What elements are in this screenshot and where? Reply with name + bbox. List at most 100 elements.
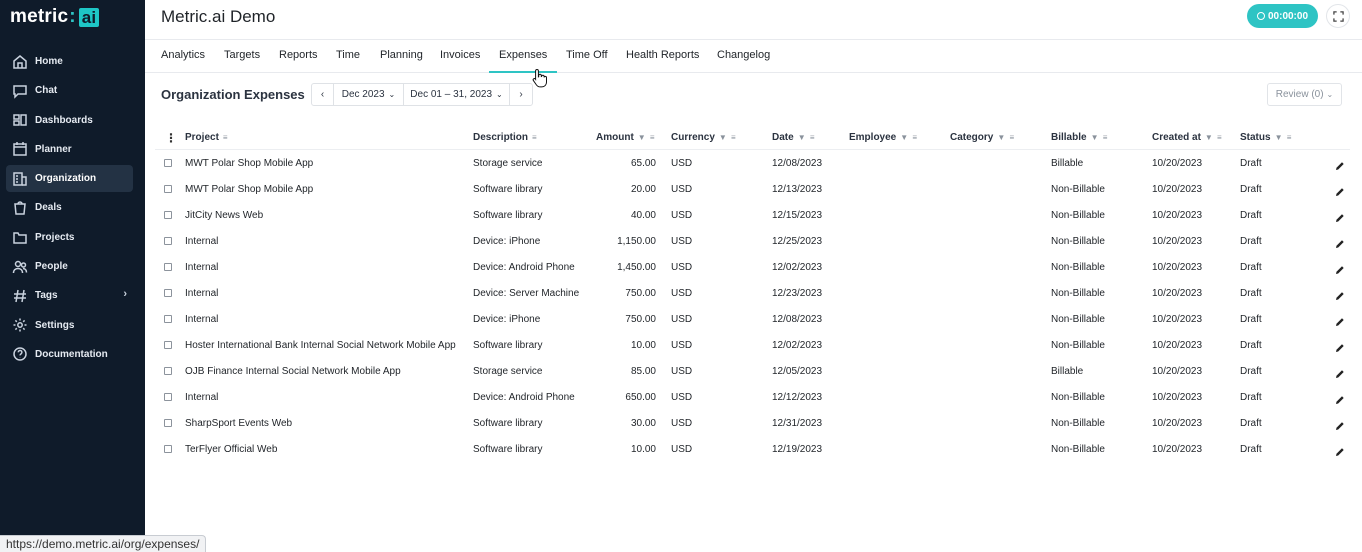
table-row[interactable]: JitCity News Web Software library 40.00 USD… (155, 202, 1350, 228)
row-checkbox[interactable] (164, 289, 172, 297)
filter-sort-icon[interactable]: ▼ ≡ (1275, 133, 1293, 142)
cell-date: 12/15/2023 (772, 210, 823, 221)
row-checkbox[interactable] (164, 185, 172, 193)
range-selector[interactable]: Dec 01 – 31, 2023 ⌄ (404, 84, 510, 105)
row-checkbox[interactable] (164, 367, 172, 375)
review-button[interactable]: Review (0) ⌄ (1267, 83, 1342, 106)
column-header-description[interactable]: Description ≡ (473, 132, 538, 143)
chevron-left-icon: ‹ (320, 89, 325, 100)
edit-pencil-icon[interactable] (1335, 392, 1345, 404)
filter-sort-icon[interactable]: ▼ ≡ (638, 133, 656, 142)
filter-sort-icon[interactable]: ▼ ≡ (900, 133, 918, 142)
edit-pencil-icon[interactable] (1335, 366, 1345, 378)
table-row[interactable]: MWT Polar Shop Mobile App Software librar… (155, 176, 1350, 202)
sidebar-item-chat[interactable]: Chat (6, 77, 133, 104)
row-checkbox[interactable] (164, 263, 172, 271)
edit-pencil-icon[interactable] (1335, 262, 1345, 274)
column-menu-icon[interactable]: ⋮ (165, 131, 177, 145)
tab-expenses[interactable]: Expenses (488, 49, 558, 73)
row-checkbox[interactable] (164, 341, 172, 349)
row-checkbox[interactable] (164, 237, 172, 245)
sidebar-item-home[interactable]: Home (6, 48, 133, 75)
edit-pencil-icon[interactable] (1335, 444, 1345, 456)
cell-description: Device: Android Phone (473, 262, 575, 273)
cell-amount: 650.00 (625, 392, 656, 403)
filter-sort-icon[interactable]: ▼ ≡ (1091, 133, 1109, 142)
sidebar-item-label: Planner (35, 143, 72, 155)
column-header-date[interactable]: Date ▼ ≡ (772, 132, 816, 143)
tab-targets[interactable]: Targets (224, 49, 260, 61)
table-row[interactable]: Hoster International Bank Internal Socia… (155, 332, 1350, 358)
filter-sort-icon[interactable]: ▼ ≡ (997, 133, 1015, 142)
row-checkbox[interactable] (164, 419, 172, 427)
row-checkbox[interactable] (164, 211, 172, 219)
column-header-amount[interactable]: Amount ▼ ≡ (596, 132, 656, 143)
tab-health-reports[interactable]: Health Reports (626, 49, 699, 61)
row-checkbox[interactable] (164, 159, 172, 167)
month-selector[interactable]: Dec 2023 ⌄ (334, 84, 404, 105)
edit-pencil-icon[interactable] (1335, 314, 1345, 326)
tab-time[interactable]: Time (336, 49, 360, 61)
filter-sort-icon[interactable]: ▼ ≡ (798, 133, 816, 142)
cell-description: Storage service (473, 366, 543, 377)
edit-pencil-icon[interactable] (1335, 340, 1345, 352)
timer-button[interactable]: 00:00:00 (1247, 4, 1318, 28)
filter-sort-icon[interactable]: ▼ ≡ (719, 133, 737, 142)
tab-reports[interactable]: Reports (279, 49, 318, 61)
edit-pencil-icon[interactable] (1335, 418, 1345, 430)
sidebar-item-dashboards[interactable]: Dashboards (6, 107, 133, 134)
column-header-created-at[interactable]: Created at ▼ ≡ (1152, 132, 1223, 143)
column-header-status[interactable]: Status ▼ ≡ (1240, 132, 1292, 143)
table-row[interactable]: Internal Device: Android Phone 650.00 USD 12… (155, 384, 1350, 410)
table-row[interactable]: OJB Finance Internal Social Network Mobi… (155, 358, 1350, 384)
sidebar-item-deals[interactable]: Deals (6, 194, 133, 221)
deals-icon (12, 200, 28, 216)
table-row[interactable]: MWT Polar Shop Mobile App Storage service… (155, 150, 1350, 176)
sidebar-item-planner[interactable]: Planner (6, 136, 133, 163)
filter-sort-icon[interactable]: ≡ (223, 133, 229, 142)
review-label: Review (0) (1275, 89, 1324, 100)
cell-date: 12/31/2023 (772, 418, 823, 429)
sidebar-item-settings[interactable]: Settings (6, 312, 133, 339)
table-row[interactable]: Internal Device: Server Machine 750.00 USD 1… (155, 280, 1350, 306)
expand-icon (1332, 10, 1344, 22)
column-header-employee[interactable]: Employee ▼ ≡ (849, 132, 918, 143)
filter-sort-icon[interactable]: ▼ ≡ (1205, 133, 1223, 142)
cell-billable: Non-Billable (1051, 184, 1105, 195)
edit-pencil-icon[interactable] (1335, 210, 1345, 222)
edit-pencil-icon[interactable] (1335, 158, 1345, 170)
filter-sort-icon[interactable]: ≡ (532, 133, 538, 142)
table-row[interactable]: SharpSport Events Web Software library 30.… (155, 410, 1350, 436)
column-header-billable[interactable]: Billable ▼ ≡ (1051, 132, 1108, 143)
table-row[interactable]: Internal Device: Android Phone 1,450.00 USD… (155, 254, 1350, 280)
range-label: Dec 01 – 31, 2023 (410, 89, 493, 100)
next-period-button[interactable]: › (510, 84, 532, 105)
prev-period-button[interactable]: ‹ (312, 84, 334, 105)
sidebar-item-organization[interactable]: Organization (6, 165, 133, 193)
row-checkbox[interactable] (164, 315, 172, 323)
column-header-project[interactable]: Project ≡ (185, 132, 229, 143)
tab-analytics[interactable]: Analytics (161, 49, 205, 61)
metric-logo[interactable]: metric: ai (10, 6, 100, 28)
column-header-currency[interactable]: Currency ▼ ≡ (671, 132, 737, 143)
sidebar-item-people[interactable]: People (6, 253, 133, 280)
tab-invoices[interactable]: Invoices (440, 49, 480, 61)
row-checkbox[interactable] (164, 393, 172, 401)
edit-pencil-icon[interactable] (1335, 236, 1345, 248)
sidebar-item-tags[interactable]: Tags › (6, 282, 133, 309)
sidebar-item-projects[interactable]: Projects (6, 224, 133, 251)
tab-planning[interactable]: Planning (380, 49, 423, 61)
cell-amount: 30.00 (630, 418, 656, 429)
table-row[interactable]: Internal Device: iPhone 750.00 USD 12/08/202… (155, 306, 1350, 332)
cell-date: 12/12/2023 (772, 392, 823, 403)
table-row[interactable]: Internal Device: iPhone 1,150.00 USD 12/25/2… (155, 228, 1350, 254)
fullscreen-button[interactable] (1326, 4, 1350, 28)
edit-pencil-icon[interactable] (1335, 288, 1345, 300)
column-header-category[interactable]: Category ▼ ≡ (950, 132, 1015, 143)
sidebar-item-documentation[interactable]: Documentation (6, 341, 133, 368)
tab-changelog[interactable]: Changelog (717, 49, 770, 61)
row-checkbox[interactable] (164, 445, 172, 453)
tab-time-off[interactable]: Time Off (566, 49, 608, 61)
table-row[interactable]: TerFlyer Official Web Software library 10.… (155, 436, 1350, 462)
edit-pencil-icon[interactable] (1335, 184, 1345, 196)
